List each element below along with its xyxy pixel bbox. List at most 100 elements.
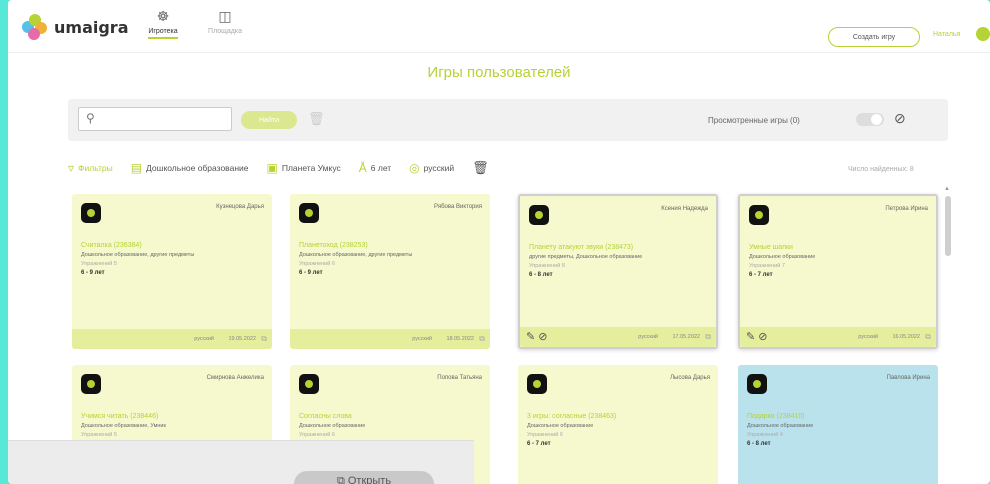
card-language: русский — [412, 336, 432, 342]
card-language: русский — [194, 336, 214, 342]
filter-language[interactable]: ◎ русский — [409, 161, 454, 175]
globe-icon: ◎ — [409, 161, 420, 175]
card-subject: Дошкольное образование, Умник — [81, 423, 166, 429]
card-author: Смирнова Анжелика — [206, 375, 264, 381]
card-subject: другие предметы, Дошкольное образование — [529, 254, 643, 260]
card-age: 6 - 8 лет — [529, 272, 553, 278]
logo-icon — [22, 14, 48, 40]
card-footer: русский 19.05.2022 ⧉ — [72, 329, 272, 349]
book-icon: ▤ — [130, 161, 143, 175]
card-title[interactable]: Считалка (236384) — [81, 242, 142, 249]
filter-subject[interactable]: ▤ Дошкольное образование — [131, 161, 249, 175]
card-age: 6 - 7 лет — [527, 441, 551, 447]
card-author: Лысова Дарья — [670, 375, 710, 381]
card-age: 6 - 7 лет — [749, 272, 773, 278]
game-cover-icon — [529, 205, 549, 225]
filter-age-label: 6 лет — [370, 163, 392, 173]
edit-icon[interactable]: ✎ — [746, 331, 755, 343]
clear-filters-icon[interactable]: 🗑 — [472, 160, 489, 176]
block-icon[interactable]: ⊘ — [894, 110, 906, 127]
filter-label: Фильтры — [78, 163, 113, 173]
scrollbar-thumb[interactable] — [945, 196, 951, 256]
user-avatar[interactable] — [976, 27, 990, 41]
card-title[interactable]: 3 игры: согласные (238463) — [527, 413, 616, 420]
card-footer: русский 18.05.2022 ⧉ — [290, 329, 490, 349]
card-age: 6 - 9 лет — [299, 270, 323, 276]
game-card[interactable]: Павлова Ирина Подарки (238410) Дошкольное … — [738, 365, 938, 484]
copy-icon[interactable]: ⧉ — [705, 332, 711, 342]
filter-age[interactable]: Å 6 лет — [359, 161, 391, 175]
nav-board[interactable]: ◫ Площадка — [200, 8, 250, 35]
card-subject: Дошкольное образование — [299, 423, 366, 429]
user-name[interactable]: Наталья — [933, 31, 960, 38]
card-title[interactable]: Согласны слова — [299, 413, 352, 420]
copy-icon[interactable]: ⧉ — [479, 334, 485, 344]
top-bar: umaigra ☸ Игротека ◫ Площадка Создать иг… — [8, 0, 990, 53]
planet-icon: ▣ — [266, 161, 278, 175]
scrollbar[interactable]: ▲ — [944, 186, 952, 482]
game-cover-icon — [81, 203, 101, 223]
clear-search-icon[interactable]: 🗑 — [308, 111, 325, 127]
filter-toggle[interactable]: ▿ Фильтры — [68, 161, 113, 175]
game-cover-icon — [299, 203, 319, 223]
search-icon: ⚲ — [86, 111, 95, 125]
filter-subject-label: Дошкольное образование — [146, 163, 249, 173]
card-author: Петрова Ирина — [885, 206, 928, 212]
filter-program-label: Планета Умкус — [281, 163, 341, 173]
open-button[interactable]: ⧉ Открыть — [294, 471, 434, 484]
block-icon[interactable]: ⊘ — [758, 331, 767, 343]
page-title: Игры пользователей — [427, 64, 571, 81]
card-title[interactable]: Подарки (238410) — [747, 413, 805, 420]
card-date: 17.05.2022 — [672, 334, 700, 340]
viewed-games-toggle[interactable] — [856, 113, 884, 126]
games-icon: ☸ — [156, 8, 170, 24]
viewed-games-label: Просмотренные игры (0) — [708, 116, 800, 125]
game-card[interactable]: Лысова Дарья 3 игры: согласные (238463) До… — [518, 365, 718, 484]
logo-text: umaigra — [54, 17, 129, 37]
copy-icon[interactable]: ⧉ — [925, 332, 931, 342]
logo[interactable]: umaigra — [22, 14, 128, 40]
game-cover-icon — [81, 374, 101, 394]
scroll-up-icon[interactable]: ▲ — [944, 186, 950, 192]
nav-games-label: Игротека — [148, 28, 178, 39]
card-subject: Дошкольное образование — [527, 423, 594, 429]
find-button[interactable]: Найти — [241, 111, 297, 129]
edit-icon[interactable]: ✎ — [526, 331, 535, 343]
card-subject: Дошкольное образование, другие предметы — [81, 252, 195, 258]
game-cover-icon — [299, 374, 319, 394]
filter-bar: ▿ Фильтры ▤ Дошкольное образование ▣ Пла… — [68, 160, 489, 176]
card-language: русский — [638, 334, 658, 340]
card-date: 19.05.2022 — [228, 336, 256, 342]
card-title[interactable]: Планету атакуют звуки (238473) — [529, 244, 633, 251]
card-exercises: Упражнений 6 — [299, 432, 335, 438]
search-bar: ⚲ Найти 🗑 Просмотренные игры (0) ⊘ — [68, 99, 948, 141]
card-author: Кузнецова Дарья — [216, 204, 264, 210]
filter-language-label: русский — [423, 163, 455, 173]
card-footer: ✎ ⊘ русский 16.05.2022 ⧉ — [740, 327, 936, 347]
card-title[interactable]: Планетоход (238253) — [299, 242, 368, 249]
create-game-button[interactable]: Создать игру — [828, 27, 920, 47]
card-footer: ✎ ⊘ русский 17.05.2022 ⧉ — [520, 327, 716, 347]
game-card[interactable]: Ксения Надежда Планету атакуют звуки (238… — [518, 194, 718, 349]
copy-icon[interactable]: ⧉ — [261, 334, 267, 344]
card-exercises: Упражнений 5 — [81, 432, 117, 438]
block-icon[interactable]: ⊘ — [538, 331, 547, 343]
game-card[interactable]: Петрова Ирина Умные шапки Дошкольное образ… — [738, 194, 938, 349]
open-button-label: Открыть — [347, 475, 392, 484]
open-icon: ⧉ — [336, 475, 348, 484]
bottom-panel: ⧉ Открыть — [8, 440, 474, 484]
game-cover-icon — [527, 374, 547, 394]
card-author: Павлова Ирина — [886, 375, 930, 381]
card-date: 16.05.2022 — [892, 334, 920, 340]
search-input[interactable] — [78, 107, 232, 131]
card-title[interactable]: Умные шапки — [749, 244, 793, 251]
card-exercises: Упражнений 6 — [299, 261, 335, 267]
game-card[interactable]: Кузнецова Дарья Считалка (236384) Дошкольн… — [72, 194, 272, 349]
card-subject: Дошкольное образование, другие предметы — [299, 252, 413, 258]
card-exercises: Упражнений 8 — [529, 263, 565, 269]
card-title[interactable]: Учимся читать (238446) — [81, 413, 158, 420]
nav-board-label: Площадка — [208, 28, 242, 35]
nav-games[interactable]: ☸ Игротека — [138, 8, 188, 39]
filter-program[interactable]: ▣ Планета Умкус — [267, 161, 341, 175]
game-card[interactable]: Рябова Виктория Планетоход (238253) Дошкол… — [290, 194, 490, 349]
